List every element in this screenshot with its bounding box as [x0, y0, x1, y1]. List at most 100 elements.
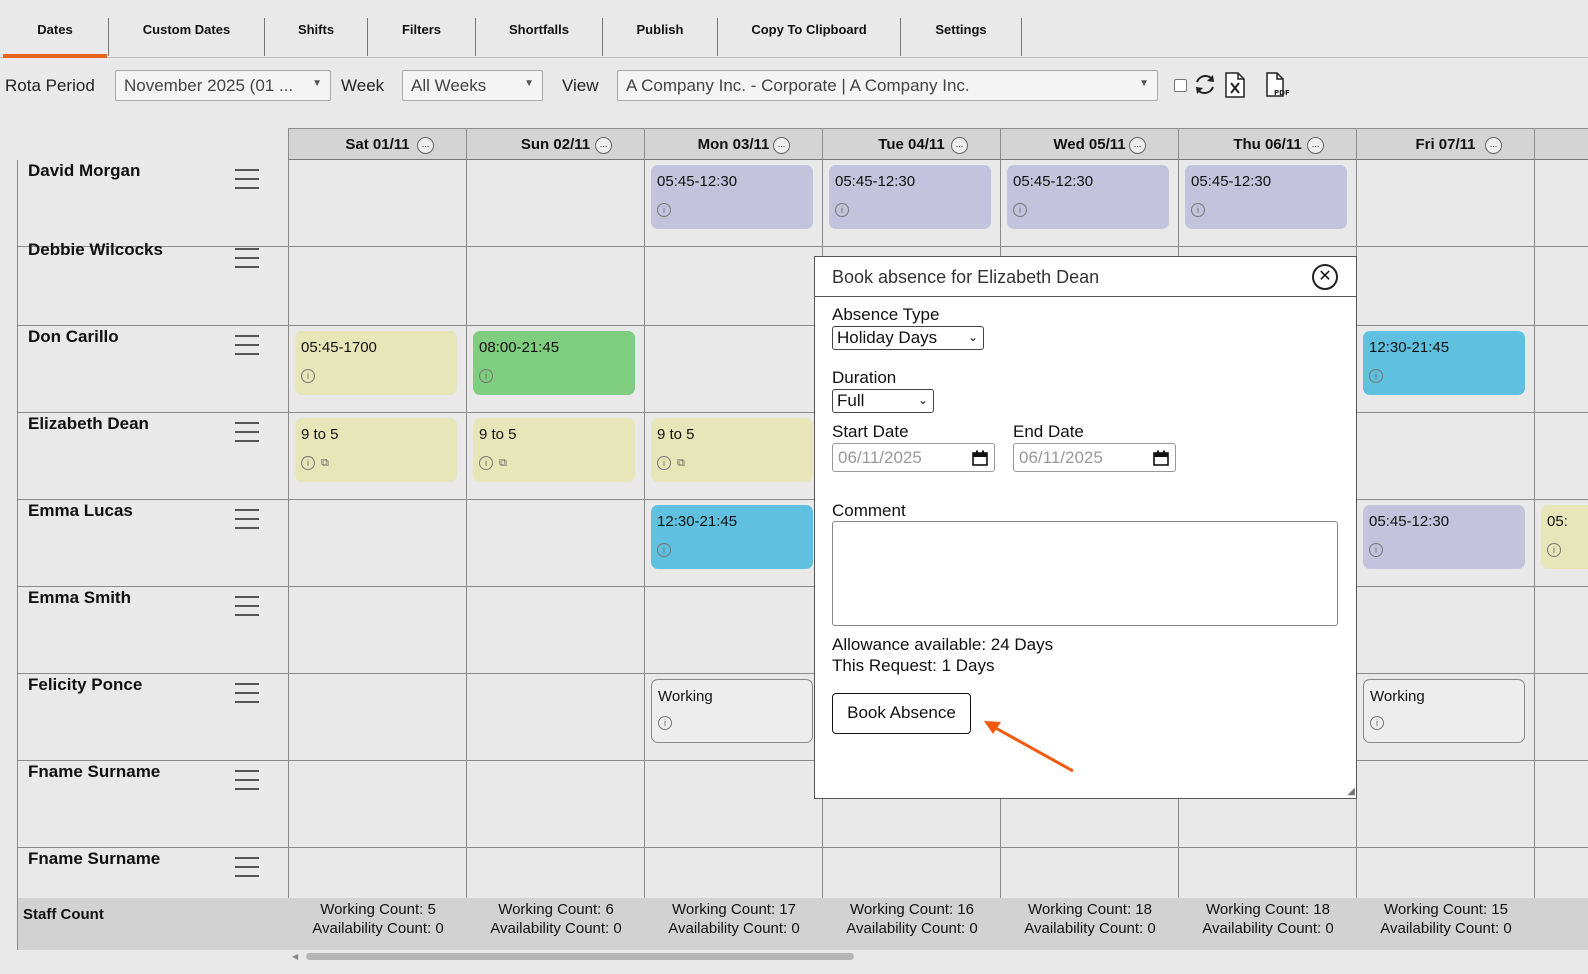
shift-time: Working — [1370, 688, 1425, 705]
week-select[interactable]: All Weeks ▼ — [402, 70, 543, 101]
hamburger-menu-icon[interactable] — [235, 335, 259, 362]
day-options-icon[interactable]: ... — [1129, 137, 1146, 154]
availability-count: Availability Count: 0 — [846, 920, 978, 937]
excel-icon[interactable] — [1224, 72, 1246, 98]
shift-time: 9 to 5 — [301, 426, 339, 443]
info-icon[interactable]: i — [657, 203, 671, 217]
start-date-input[interactable]: 06/11/2025 — [832, 443, 995, 472]
rota-period-value: November 2025 (01 ... — [124, 76, 294, 95]
hamburger-menu-icon[interactable] — [235, 509, 259, 536]
comment-textarea[interactable] — [832, 521, 1338, 626]
shift-card[interactable]: 9 to 5 i ⧉ — [473, 418, 635, 482]
tab-filters[interactable]: Filters — [369, 0, 474, 58]
info-icon[interactable]: i — [1369, 543, 1383, 557]
absence-type-value: Holiday Days — [837, 328, 938, 347]
shift-card[interactable]: 05:45-12:30 i — [1363, 505, 1525, 569]
day-options-icon[interactable]: ... — [773, 137, 790, 154]
duration-label: Duration — [832, 368, 897, 387]
shift-card[interactable]: 12:30-21:45 i — [1363, 331, 1525, 395]
hamburger-menu-icon[interactable] — [235, 770, 259, 797]
tab-custom-dates[interactable]: Custom Dates — [110, 0, 263, 58]
tab-divider — [717, 18, 718, 56]
info-icon[interactable]: i — [1191, 203, 1205, 217]
shift-card[interactable]: 05: i — [1541, 505, 1588, 569]
tab-settings[interactable]: Settings — [902, 0, 1020, 58]
shift-time: 05:45-12:30 — [1013, 173, 1094, 190]
staff-name: Fname Surname — [28, 762, 161, 781]
resize-handle[interactable]: ◢ — [1347, 786, 1355, 797]
working-count: Working Count: 16 — [850, 901, 974, 918]
toggle-checkbox[interactable] — [1174, 79, 1187, 92]
day-header-label: Sun 02/11 — [520, 136, 591, 153]
tab-shifts[interactable]: Shifts — [266, 0, 366, 58]
tab-divider — [1021, 18, 1022, 56]
calendar-icon[interactable] — [1153, 450, 1169, 466]
info-icon[interactable]: i — [479, 369, 493, 383]
scrollbar-thumb[interactable] — [306, 953, 854, 960]
horizontal-scrollbar[interactable]: ◀ — [290, 950, 1588, 962]
working-count: W — [1535, 900, 1588, 919]
info-icon[interactable]: i — [479, 456, 493, 470]
info-icon[interactable]: i — [301, 369, 315, 383]
availability-count: Availability Count: 0 — [1380, 920, 1512, 937]
hamburger-menu-icon[interactable] — [235, 596, 259, 623]
day-header: Wed 05/11... — [1000, 128, 1179, 160]
shift-card[interactable]: 08:00-21:45 i — [473, 331, 635, 395]
day-options-icon[interactable]: ... — [1307, 137, 1324, 154]
top-tab-bar: Dates Custom Dates Shifts Filters Shortf… — [0, 0, 1588, 58]
day-options-icon[interactable]: ... — [417, 137, 434, 154]
staff-name: Emma Lucas — [28, 501, 133, 520]
book-absence-button[interactable]: Book Absence — [832, 693, 971, 734]
shift-card[interactable]: 05:45-12:30 i — [1185, 165, 1347, 229]
info-icon[interactable]: i — [835, 203, 849, 217]
pdf-icon[interactable]: PDF — [1265, 72, 1291, 98]
hamburger-menu-icon[interactable] — [235, 248, 259, 275]
info-icon[interactable]: i — [1369, 369, 1383, 383]
info-icon[interactable]: i — [657, 456, 671, 470]
view-select[interactable]: A Company Inc. - Corporate | A Company I… — [617, 70, 1158, 101]
tab-copy-to-clipboard[interactable]: Copy To Clipboard — [719, 0, 899, 58]
chevron-down-icon: ▼ — [312, 78, 322, 89]
info-icon[interactable]: i — [658, 716, 672, 730]
rota-period-select[interactable]: November 2025 (01 ... ▼ — [115, 70, 331, 101]
info-icon[interactable]: i — [301, 456, 315, 470]
duration-select[interactable]: Full ⌄ — [832, 389, 934, 413]
tab-publish[interactable]: Publish — [604, 0, 716, 58]
shift-card[interactable]: Working i — [651, 679, 813, 743]
shift-card[interactable]: 12:30-21:45 i — [651, 505, 813, 569]
hamburger-menu-icon[interactable] — [235, 857, 259, 884]
shift-card[interactable]: 9 to 5 i ⧉ — [651, 418, 813, 482]
day-header: Tue 04/11... — [822, 128, 1001, 160]
shift-card[interactable]: Working i — [1363, 679, 1525, 743]
refresh-icon[interactable] — [1193, 72, 1217, 98]
end-date-value: 06/11/2025 — [1019, 448, 1103, 467]
hamburger-menu-icon[interactable] — [235, 422, 259, 449]
info-icon[interactable]: i — [1370, 716, 1384, 730]
day-options-icon[interactable]: ... — [951, 137, 968, 154]
close-icon[interactable]: ✕ — [1312, 264, 1338, 290]
calendar-icon[interactable] — [972, 450, 988, 466]
day-options-icon[interactable]: ... — [1485, 137, 1502, 154]
hamburger-menu-icon[interactable] — [235, 683, 259, 710]
shift-card[interactable]: 05:45-12:30 i — [829, 165, 991, 229]
scroll-left-icon[interactable]: ◀ — [292, 952, 298, 961]
absence-type-select[interactable]: Holiday Days ⌄ — [832, 326, 984, 350]
shift-card[interactable]: 05:45-12:30 i — [651, 165, 813, 229]
tab-shortfalls[interactable]: Shortfalls — [477, 0, 601, 58]
end-date-input[interactable]: 06/11/2025 — [1013, 443, 1176, 472]
column-divider — [466, 160, 467, 950]
shift-card[interactable]: 9 to 5 i ⧉ — [295, 418, 457, 482]
tab-dates[interactable]: Dates — [3, 0, 107, 58]
shift-card[interactable]: 05:45-12:30 i — [1007, 165, 1169, 229]
availability-count: Availability Count: 0 — [1024, 920, 1156, 937]
info-icon[interactable]: i — [1013, 203, 1027, 217]
allowance-text: Allowance available: 24 Days — [832, 635, 1054, 654]
absence-type-label: Absence Type — [832, 305, 940, 324]
hamburger-menu-icon[interactable] — [235, 169, 259, 196]
info-icon[interactable]: i — [657, 543, 671, 557]
working-count: Working Count: 5 — [320, 901, 436, 918]
info-icon[interactable]: i — [1547, 543, 1561, 557]
duration-value: Full — [837, 391, 865, 410]
day-options-icon[interactable]: ... — [595, 137, 612, 154]
shift-card[interactable]: 05:45-1700 i — [295, 331, 457, 395]
